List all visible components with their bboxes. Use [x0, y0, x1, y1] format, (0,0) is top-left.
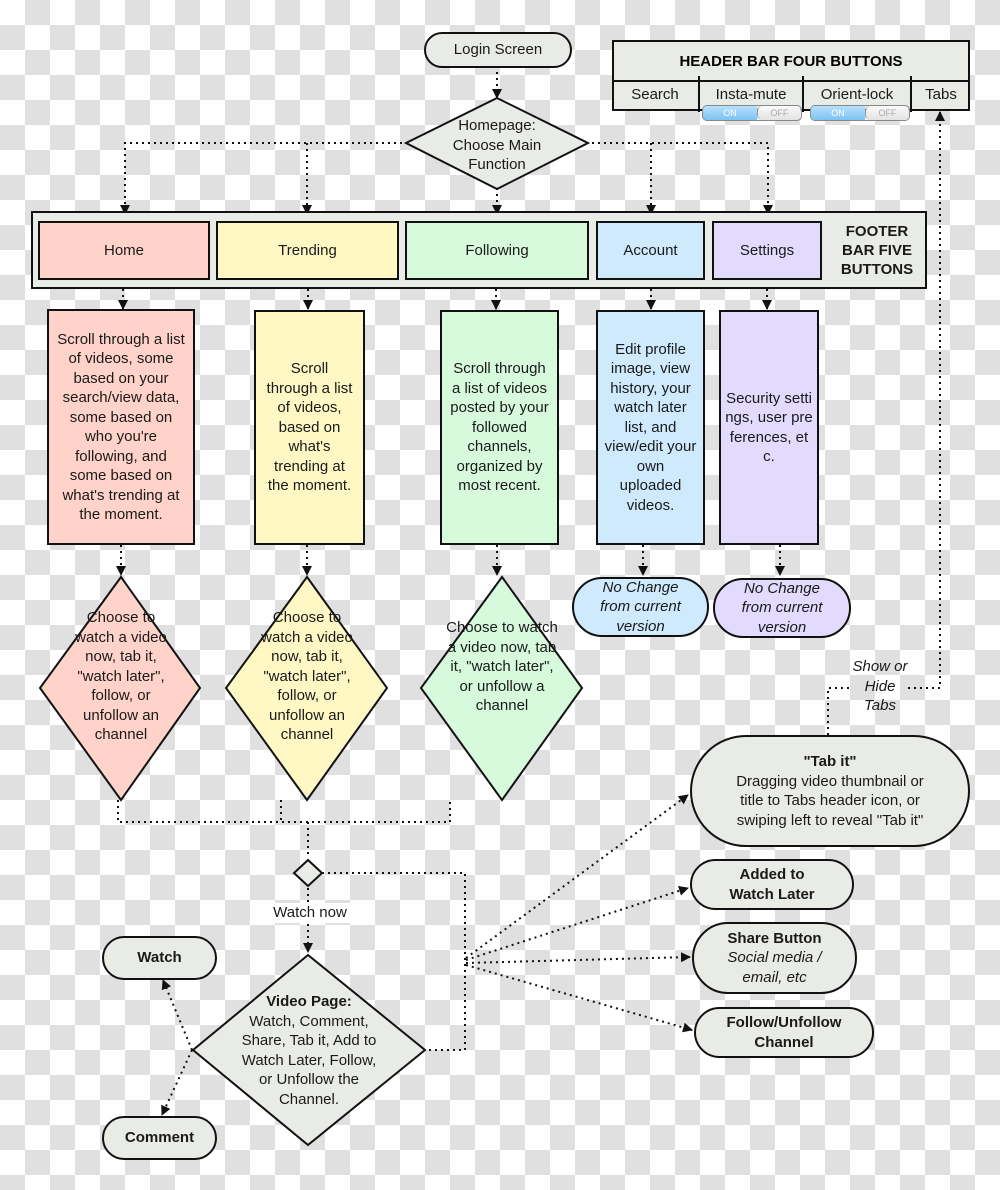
insta-mute-toggle-on[interactable]: ON — [703, 106, 757, 120]
tab-it-body: Dragging video thumbnail or title to Tab… — [736, 772, 924, 829]
footer-button-trending-label: Trending — [278, 241, 337, 259]
trending-description-text: Scroll through a list of videos, based o… — [266, 360, 353, 495]
connector-homepage-home — [120, 142, 408, 215]
footer-button-settings[interactable]: Settings — [712, 221, 822, 280]
follow-unfollow-label: Follow/Unfollow Channel — [726, 1014, 842, 1051]
home-description: Scroll through a list of videos, some ba… — [47, 309, 195, 545]
settings-no-change-text: No Change from current version — [741, 579, 823, 636]
settings-description-text: Security settings, user preferences, etc… — [725, 389, 813, 466]
tab-it-title: "Tab it" — [803, 753, 857, 770]
insta-mute-toggle-off[interactable]: OFF — [756, 106, 801, 120]
tab-it-node: "Tab it" Dragging video thumbnail or tit… — [690, 735, 970, 847]
trending-description: Scroll through a list of videos, based o… — [254, 310, 365, 545]
watch-node-label: Watch — [137, 949, 182, 967]
connector-tabit-showhide — [827, 687, 850, 735]
insta-mute-toggle[interactable]: ON OFF — [702, 105, 802, 121]
connector-video-comment — [161, 1049, 193, 1116]
video-page-body: Watch, Comment, Share, Tab it, Add to Wa… — [241, 1012, 377, 1108]
following-decision-text: Choose to watch a video now, tab it, "wa… — [446, 619, 558, 714]
watch-later-node: Added to Watch Later — [690, 859, 854, 910]
header-button-insta-mute-label: Insta-mute — [715, 85, 787, 103]
footer-button-settings-label: Settings — [739, 241, 795, 259]
watch-now-label: Watch now — [252, 903, 368, 923]
following-description-text: Scroll through a list of videos posted b… — [450, 360, 549, 495]
login-screen-label: Login Screen — [453, 41, 543, 59]
header-button-search[interactable]: Search — [612, 76, 700, 112]
footer-button-home-label: Home — [103, 241, 144, 259]
footer-bar-title: FOOTER BAR FIVE BUTTONS — [840, 223, 914, 278]
home-description-text: Scroll through a list of videos, some ba… — [57, 330, 185, 524]
account-no-change: No Change from current version — [572, 577, 709, 637]
connector-homepage-account — [586, 142, 773, 215]
share-button-title: Share Button — [727, 929, 822, 947]
orient-lock-toggle-on[interactable]: ON — [811, 106, 865, 120]
header-button-tabs-label: Tabs — [925, 85, 957, 103]
share-button-body: Social media / email, etc — [727, 949, 822, 986]
connector-bus-share — [465, 952, 691, 964]
connector-bus-watchlater — [465, 886, 689, 961]
following-description: Scroll through a list of videos posted b… — [440, 310, 559, 545]
header-button-orient-lock-label: Orient-lock — [820, 85, 894, 103]
settings-description: Security settings, user preferences, etc… — [719, 310, 819, 545]
footer-button-account[interactable]: Account — [596, 221, 705, 280]
connector-showhide-tabs — [908, 111, 945, 689]
home-decision-text: Choose to watch a video now, tab it, "wa… — [75, 609, 167, 743]
footer-button-account-label: Account — [623, 241, 678, 259]
share-button-node: Share Button Social media / email, etc — [692, 922, 857, 994]
connector-bus-follow — [465, 964, 693, 1033]
orient-lock-toggle-off[interactable]: OFF — [864, 106, 909, 120]
video-page-title: Video Page: — [266, 993, 352, 1010]
connector-decisions-merge — [117, 800, 451, 823]
header-button-search-label: Search — [631, 85, 679, 103]
footer-button-trending[interactable]: Trending — [216, 221, 399, 280]
comment-node: Comment — [102, 1116, 217, 1160]
account-description-text: Edit profile image, view history, your w… — [604, 340, 697, 514]
connector-video-watch — [161, 979, 193, 1051]
homepage-label: Homepage: Choose Main Function — [452, 117, 542, 173]
account-no-change-text: No Change from current version — [600, 578, 681, 635]
header-button-tabs[interactable]: Tabs — [912, 76, 970, 112]
watch-later-label: Added to Watch Later — [729, 866, 815, 903]
account-description: Edit profile image, view history, your w… — [596, 310, 705, 545]
footer-button-home[interactable]: Home — [38, 221, 210, 280]
merge-gate-diamond — [292, 858, 324, 888]
connector-bus-tabit — [465, 794, 689, 959]
settings-no-change: No Change from current version — [713, 578, 851, 638]
comment-node-label: Comment — [124, 1129, 195, 1147]
trending-decision-text: Choose to watch a video now, tab it, "wa… — [261, 609, 353, 743]
footer-button-following-label: Following — [465, 241, 529, 259]
orient-lock-toggle[interactable]: ON OFF — [810, 105, 910, 121]
login-screen-node: Login Screen — [424, 32, 572, 68]
watch-node: Watch — [102, 936, 217, 980]
follow-unfollow-node: Follow/Unfollow Channel — [694, 1007, 874, 1058]
footer-button-following[interactable]: Following — [405, 221, 589, 280]
video-page-text: Video Page: Watch, Comment, Share, Tab i… — [236, 992, 382, 1109]
show-hide-tabs-label: Show or Hide Tabs — [852, 658, 908, 714]
